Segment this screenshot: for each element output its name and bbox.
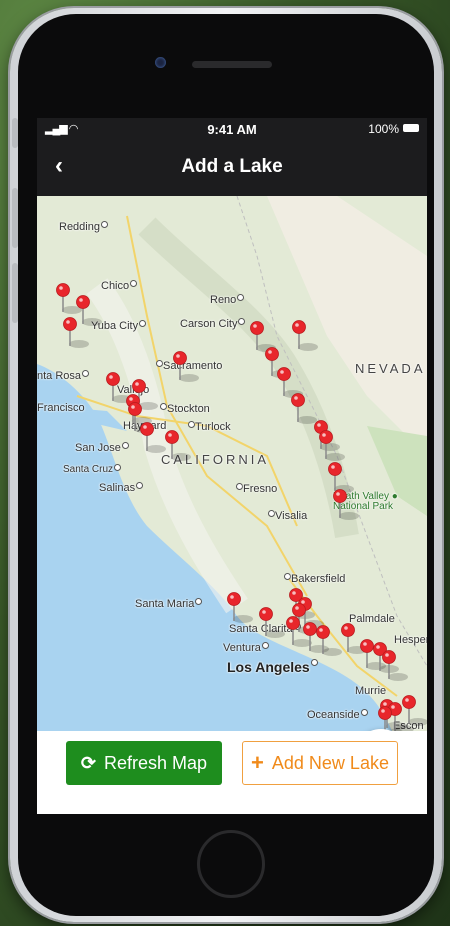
refresh-map-label: Refresh Map xyxy=(104,752,208,773)
home-button[interactable] xyxy=(197,830,265,898)
lake-pin[interactable] xyxy=(333,489,360,521)
lake-pin[interactable] xyxy=(259,607,286,639)
status-bar: ▂▄▆ ◠ 9:41 AM 100% xyxy=(37,118,427,140)
app-screen: ▂▄▆ ◠ 9:41 AM 100% ‹ Add a Lake Redding … xyxy=(37,118,427,814)
lake-pin[interactable] xyxy=(140,422,167,454)
bottom-action-bar: ⟳ Refresh Map + Add New Lake xyxy=(37,731,427,814)
add-new-lake-button[interactable]: + Add New Lake xyxy=(242,741,398,785)
map-view[interactable]: Redding Chico Reno Yuba City Carson City… xyxy=(37,196,427,731)
lake-pin[interactable] xyxy=(291,393,318,425)
page-title: Add a Lake xyxy=(181,156,283,177)
lake-pin[interactable] xyxy=(292,320,319,352)
earpiece-speaker xyxy=(192,61,272,68)
nav-bar: ‹ Add a Lake xyxy=(37,140,427,196)
front-camera xyxy=(155,57,166,68)
lake-pin[interactable] xyxy=(227,592,254,624)
lake-pin[interactable] xyxy=(165,430,192,462)
lake-pin[interactable] xyxy=(173,351,200,383)
plus-icon: + xyxy=(251,750,264,775)
lake-pin[interactable] xyxy=(402,695,428,727)
add-new-lake-label: Add New Lake xyxy=(271,752,389,773)
lake-pins-layer xyxy=(56,283,428,731)
refresh-icon: ⟳ xyxy=(80,752,97,773)
battery-icon xyxy=(403,124,419,132)
refresh-map-button[interactable]: ⟳ Refresh Map xyxy=(66,741,222,785)
battery-percent: 100% xyxy=(368,122,399,136)
lake-pin[interactable] xyxy=(328,462,355,494)
